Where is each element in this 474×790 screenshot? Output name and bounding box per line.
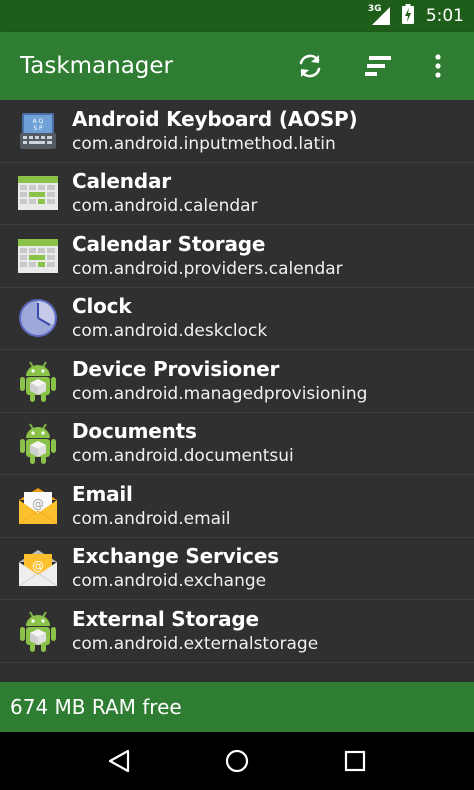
status-bar: 3G 5:01 — [0, 0, 474, 32]
app-package: com.android.email — [72, 508, 231, 529]
app-name: Device Provisioner — [72, 356, 280, 381]
keyboard-icon: A Q S P — [16, 109, 60, 153]
navigation-bar — [0, 732, 474, 790]
app-package: com.android.calendar — [72, 196, 258, 217]
app-package: com.android.inputmethod.latin — [72, 133, 336, 154]
android-robot-icon — [16, 609, 60, 653]
list-item[interactable]: Calendar com.android.calendar — [0, 163, 474, 225]
calendar-icon — [16, 171, 60, 215]
app-name: Exchange Services — [72, 544, 279, 569]
home-button[interactable] — [213, 737, 261, 785]
list-item[interactable]: A Q S P Android Keyboard (AOSP) com.andr… — [0, 100, 474, 163]
app-name: External Storage — [72, 606, 259, 631]
android-robot-icon — [16, 421, 60, 465]
home-icon — [225, 749, 249, 773]
sort-button[interactable] — [354, 42, 402, 90]
recents-button[interactable] — [331, 737, 379, 785]
ram-free-label: 674 MB RAM free — [10, 695, 182, 719]
app-name: Email — [72, 481, 133, 506]
sort-icon — [365, 56, 391, 76]
network-type-label: 3G — [367, 4, 382, 14]
battery-charging-icon — [401, 3, 414, 29]
svg-text:S P: S P — [33, 125, 43, 132]
app-title: Taskmanager — [20, 53, 174, 79]
app-package: com.android.deskclock — [72, 321, 268, 342]
app-package: com.android.exchange — [72, 571, 267, 592]
recents-icon — [344, 750, 366, 772]
app-name: Android Keyboard (AOSP) — [72, 106, 358, 131]
refresh-icon — [299, 54, 321, 78]
list-item[interactable]: Clock com.android.deskclock — [0, 288, 474, 350]
android-robot-icon — [16, 359, 60, 403]
app-package: com.android.externalstorage — [72, 633, 319, 654]
app-bar: Taskmanager — [0, 32, 474, 100]
app-name: Calendar — [72, 169, 171, 194]
ram-status-bar: 674 MB RAM free — [0, 682, 474, 732]
app-list: A Q S P Android Keyboard (AOSP) com.andr… — [0, 100, 474, 680]
svg-text:@: @ — [32, 497, 44, 511]
more-options-button[interactable] — [414, 42, 462, 90]
clock-time: 5:01 — [425, 6, 464, 26]
back-button[interactable] — [95, 737, 143, 785]
mobile-signal-icon: 3G — [367, 4, 392, 27]
list-item[interactable]: Calendar Storage com.android.providers.c… — [0, 225, 474, 288]
back-icon — [108, 749, 130, 773]
app-package: com.android.documentsui — [72, 446, 294, 467]
list-item[interactable]: @ Email com.android.email — [0, 475, 474, 538]
list-item[interactable]: External Storage com.android.externalsto… — [0, 600, 474, 663]
exchange-icon: @ — [16, 546, 60, 590]
app-package: com.android.providers.calendar — [72, 258, 343, 279]
svg-text:A Q: A Q — [33, 118, 44, 125]
app-package: com.android.managedprovisioning — [72, 383, 368, 404]
app-name: Documents — [72, 419, 197, 444]
app-name: Calendar Storage — [72, 231, 266, 256]
email-icon: @ — [16, 484, 60, 528]
refresh-button[interactable] — [286, 42, 334, 90]
calendar-icon — [16, 234, 60, 278]
list-item[interactable]: Device Provisioner com.android.managedpr… — [0, 350, 474, 413]
svg-text:@: @ — [32, 559, 44, 573]
clock-icon — [16, 296, 60, 340]
list-item[interactable]: @ Exchange Services com.android.exchange — [0, 538, 474, 600]
more-vert-icon — [435, 54, 441, 78]
app-name: Clock — [72, 294, 132, 319]
list-item[interactable]: Documents com.android.documentsui — [0, 413, 474, 475]
